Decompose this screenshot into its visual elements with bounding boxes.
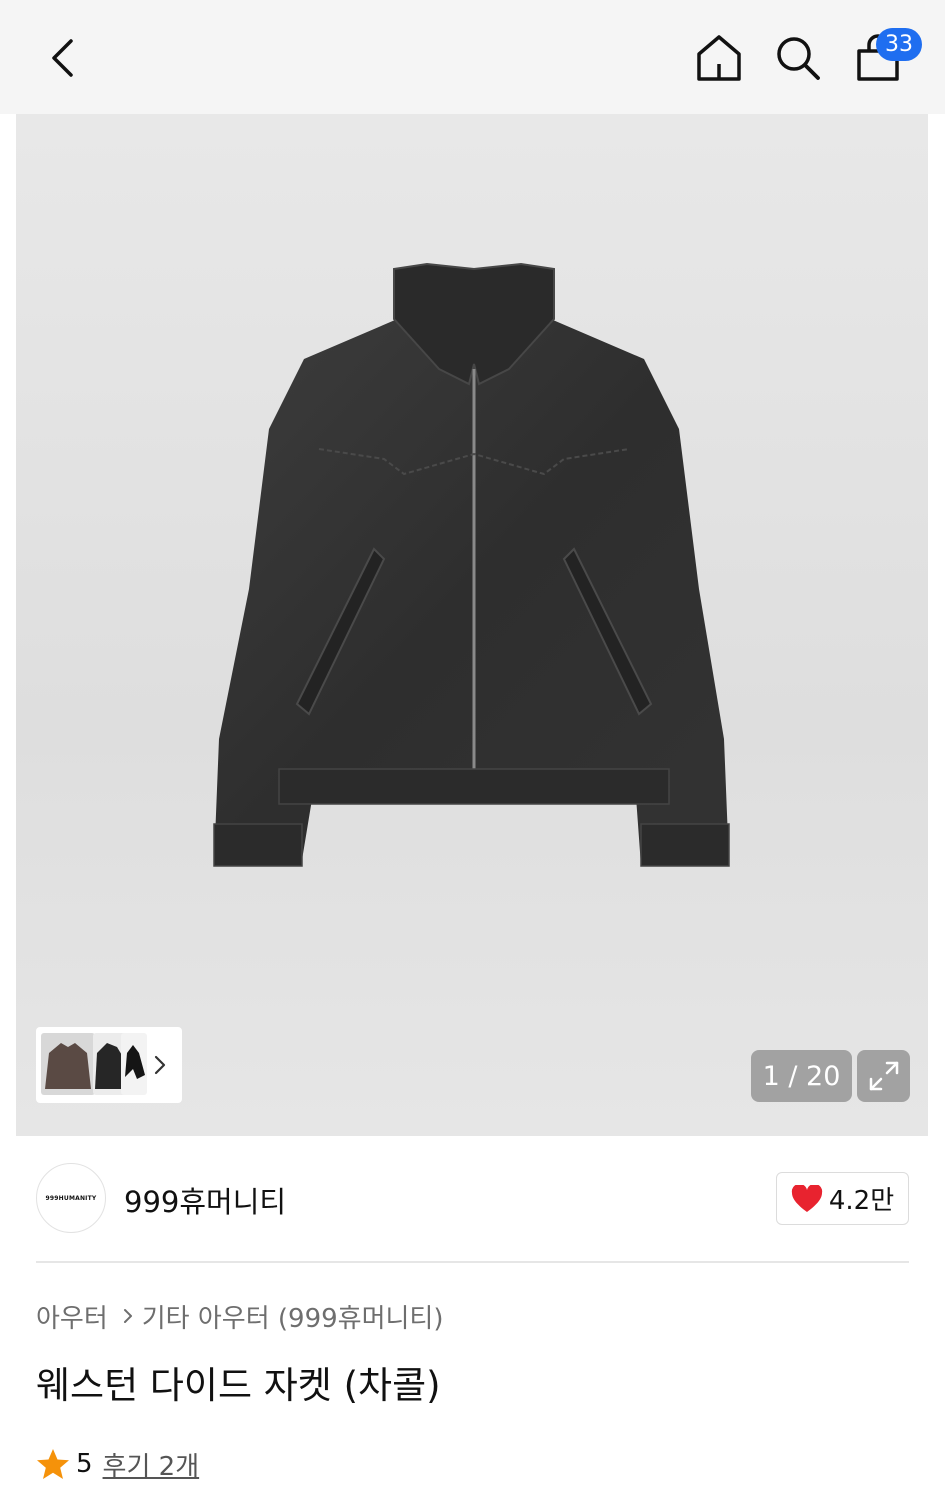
product-image-gallery[interactable]: 1 / 20 — [16, 114, 928, 1136]
heart-icon — [791, 1184, 822, 1212]
home-button[interactable] — [693, 30, 745, 86]
like-count: 4.2만 — [828, 1186, 895, 1216]
variant-thumb-black[interactable] — [121, 1033, 147, 1095]
brand-logo[interactable]: 999HUMANITY — [36, 1163, 106, 1233]
like-button[interactable]: 4.2만 — [776, 1172, 909, 1225]
brand-logo-text: 999HUMANITY — [45, 1194, 97, 1202]
home-icon — [697, 35, 741, 81]
star-icon — [37, 1449, 69, 1479]
fullscreen-button[interactable] — [857, 1050, 910, 1102]
variant-thumb-brown[interactable] — [41, 1033, 95, 1095]
chevron-right-icon[interactable] — [153, 1053, 167, 1077]
chevron-left-icon — [52, 39, 73, 77]
rating-value: 5 — [76, 1449, 93, 1479]
divider — [36, 1261, 909, 1263]
chevron-right-icon — [122, 1307, 134, 1325]
search-button[interactable] — [772, 30, 824, 86]
review-count-link[interactable]: 후기 2개 — [103, 1446, 200, 1483]
color-variant-thumbnails[interactable] — [36, 1027, 182, 1103]
rating-row: 5 후기 2개 — [36, 1444, 199, 1484]
brand-name-link[interactable]: 999휴머니티 — [124, 1179, 286, 1221]
product-image-jacket — [213, 262, 730, 867]
expand-icon — [869, 1061, 898, 1091]
image-page-counter: 1 / 20 — [751, 1050, 852, 1102]
back-button[interactable] — [38, 30, 86, 86]
product-title: 웨스턴 다이드 자켓 (차콜) — [36, 1364, 441, 1407]
breadcrumb: 아우터 기타 아우터 (999휴머니티) — [36, 1298, 444, 1334]
search-icon — [777, 37, 820, 80]
cart-count-badge: 33 — [876, 28, 922, 61]
breadcrumb-item-other-outer[interactable]: 기타 아우터 (999휴머니티) — [142, 1298, 444, 1335]
top-nav-bar: 33 — [0, 0, 945, 114]
breadcrumb-item-outer[interactable]: 아우터 — [36, 1298, 108, 1335]
